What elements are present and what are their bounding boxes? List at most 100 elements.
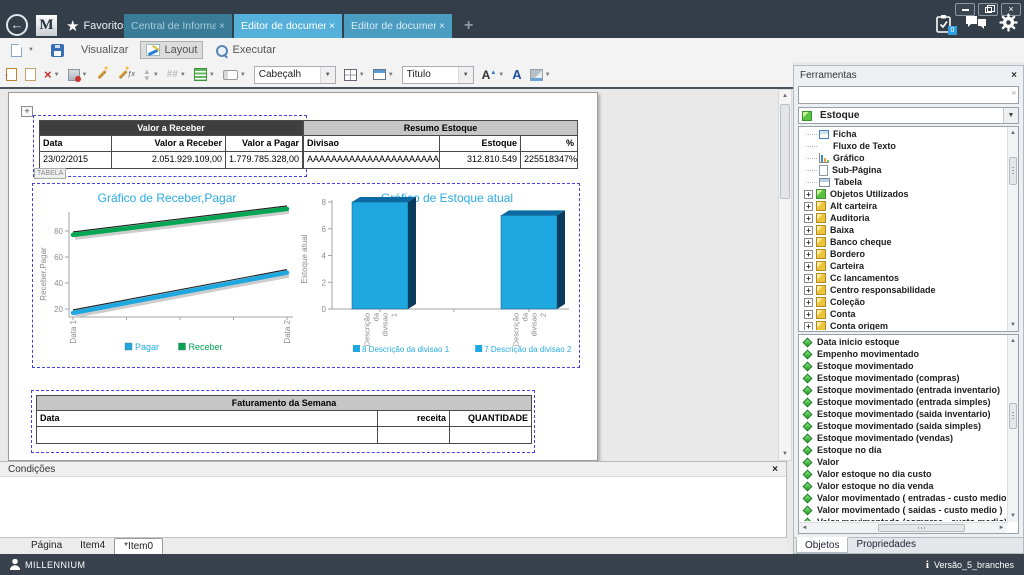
page-button[interactable]	[25, 68, 36, 81]
tasks-button[interactable]: 0	[935, 14, 953, 34]
expand-plus-icon[interactable]: +	[804, 262, 813, 271]
tree-item-banco-cheque[interactable]: +Banco cheque	[801, 236, 1006, 248]
panel-tab-objetos[interactable]: Objetos	[796, 537, 848, 553]
expand-plus-icon[interactable]: +	[804, 310, 813, 319]
tree-item-baixa[interactable]: +Baixa	[801, 224, 1006, 236]
tab-editor-de-documentos[interactable]: Editor de documentos×	[344, 14, 452, 38]
field-item[interactable]: Estoque movimentado (entrada inventario)	[801, 384, 1006, 396]
header-combo[interactable]: Cabeçalh ▼	[254, 66, 336, 84]
expand-plus-icon[interactable]: +	[804, 298, 813, 307]
chevron-down-icon[interactable]: ▼	[1003, 108, 1018, 123]
scroll-down-icon[interactable]: ▼	[779, 448, 791, 460]
field-item[interactable]: Estoque movimentado (saida simples)	[801, 420, 1006, 432]
list-button[interactable]: ▼	[194, 68, 215, 81]
field-item[interactable]: Estoque movimentado (saida inventario)	[801, 408, 1006, 420]
tab-central-de-informa-es[interactable]: Central de Informações×	[124, 14, 232, 38]
scrollbar-thumb[interactable]	[878, 524, 965, 532]
tree-item-gr-fico[interactable]: Gráfico	[801, 152, 1006, 164]
expand-plus-icon[interactable]: +	[804, 322, 813, 331]
tools-panel-close-button[interactable]: ×	[1011, 70, 1017, 81]
scroll-up-icon[interactable]: ▲	[1008, 127, 1018, 139]
messages-button[interactable]	[965, 14, 987, 34]
stamp-button[interactable]: ▼	[68, 69, 88, 81]
document-page[interactable]: + Valor a ReceberDataValor a ReceberValo…	[8, 92, 598, 461]
receber-pagar-line-chart[interactable]: Gráfico de Receber,PagarReceber,Pagar204…	[35, 186, 300, 361]
new-tab-button[interactable]: +	[464, 17, 473, 35]
tree-item-carteira[interactable]: +Carteira	[801, 260, 1006, 272]
field-item[interactable]: Valor movimentado ( entradas - custo med…	[801, 492, 1006, 504]
delete-button[interactable]: ×▼	[44, 69, 60, 81]
expand-plus-icon[interactable]: +	[804, 286, 813, 295]
tab-close-icon[interactable]: ×	[219, 21, 225, 32]
field-item[interactable]: Estoque movimentado (entrada simples)	[801, 396, 1006, 408]
tree-item-cc-lancamentos[interactable]: +Cc lancamentos	[801, 272, 1006, 284]
page-tab-item4[interactable]: Item4	[71, 538, 114, 554]
scroll-up-icon[interactable]: ▲	[1008, 335, 1018, 347]
page-expander[interactable]: +	[21, 106, 33, 117]
valor-a-receber-table[interactable]: Valor a ReceberDataValor a ReceberValor …	[39, 120, 303, 169]
executar-button[interactable]: Executar	[210, 42, 280, 59]
style-combo[interactable]: Titulo ▼	[402, 66, 474, 84]
expand-plus-icon[interactable]: +	[804, 202, 813, 211]
resumo-estoque-table[interactable]: Resumo EstoqueDivisaoEstoque%AAAAAAAAAAA…	[303, 120, 578, 169]
tree-item-alt-carteira[interactable]: +Alt carteira	[801, 200, 1006, 212]
panel-tab-propriedades[interactable]: Propriedades	[848, 538, 923, 553]
scroll-right-icon[interactable]: ►	[996, 523, 1007, 534]
search-expand-icon[interactable]: »	[1012, 88, 1016, 97]
tree-item-conta[interactable]: +Conta	[801, 308, 1006, 320]
editor-canvas[interactable]: + Valor a ReceberDataValor a ReceberValo…	[0, 89, 778, 461]
page-tab--item0[interactable]: *Item0	[114, 538, 163, 554]
scroll-left-icon[interactable]: ◄	[799, 523, 810, 534]
table-style-button[interactable]: ▼	[373, 69, 394, 80]
tree-item-conta-origem[interactable]: +Conta origem	[801, 320, 1006, 330]
tree-item-cole-o[interactable]: +Coleção	[801, 296, 1006, 308]
tab-editor-de-documentos[interactable]: Editor de documentos×	[234, 14, 342, 38]
field-item[interactable]: Valor movimentado (compras - custo medio…	[801, 516, 1006, 521]
font-color-button[interactable]: A	[512, 67, 521, 82]
tab-close-icon[interactable]: ×	[439, 21, 445, 32]
insert-page-button[interactable]	[6, 68, 17, 81]
field-item[interactable]: Estoque movimentado	[801, 360, 1006, 372]
field-item[interactable]: Estoque movimentado (vendas)	[801, 432, 1006, 444]
grid-button[interactable]: ▼	[344, 69, 365, 81]
tree-item-auditoria[interactable]: +Auditoria	[801, 212, 1006, 224]
tree-item-ficha[interactable]: Ficha	[801, 128, 1006, 140]
field-item[interactable]: Empenho movimentado	[801, 348, 1006, 360]
expand-plus-icon[interactable]: +	[804, 238, 813, 247]
field-item[interactable]: Valor estoque no dia custo	[801, 468, 1006, 480]
page-tab-p-gina[interactable]: Página	[22, 538, 71, 554]
fields-hscrollbar[interactable]: ◄ ►	[799, 522, 1007, 533]
field-item[interactable]: Data inicio estoque	[801, 336, 1006, 348]
expand-plus-icon[interactable]: +	[804, 250, 813, 259]
field-item[interactable]: Valor	[801, 456, 1006, 468]
scroll-up-icon[interactable]: ▲	[779, 90, 791, 102]
save-button[interactable]	[46, 42, 69, 59]
expand-plus-icon[interactable]: +	[804, 190, 813, 199]
field-item[interactable]: Valor movimentado ( saidas - custo medio…	[801, 504, 1006, 516]
expand-plus-icon[interactable]: +	[804, 214, 813, 223]
canvas-scrollbar[interactable]: ▲ ▼	[778, 89, 792, 461]
dataset-selector[interactable]: Estoque ▼	[798, 107, 1019, 124]
sort-button[interactable]: ▲▼▼	[143, 68, 159, 82]
estoque-atual-bar-chart[interactable]: Gráfico de Estoque atualEstoque atual024…	[297, 186, 580, 361]
scrollbar-thumb[interactable]	[1009, 157, 1017, 185]
scroll-down-icon[interactable]: ▼	[1008, 510, 1018, 522]
layout-button[interactable]: Layout	[140, 41, 203, 59]
expand-plus-icon[interactable]: +	[804, 226, 813, 235]
field-button[interactable]: ▼	[223, 70, 246, 80]
visualizar-button[interactable]: Visualizar	[76, 42, 134, 58]
fields-scrollbar[interactable]: ▲ ▼	[1007, 335, 1018, 522]
tree-item-bordero[interactable]: +Bordero	[801, 248, 1006, 260]
wand-fx-button[interactable]: ƒx	[117, 68, 135, 81]
field-item[interactable]: Estoque movimentado (compras)	[801, 372, 1006, 384]
field-item[interactable]: Valor estoque no dia venda	[801, 480, 1006, 492]
conditions-body[interactable]	[0, 477, 786, 537]
scrollbar-thumb[interactable]	[780, 104, 790, 199]
tools-search-input[interactable]	[799, 87, 1018, 103]
faturamento-table[interactable]: Faturamento da SemanaDatareceitaQUANTIDA…	[36, 395, 532, 444]
wand-button[interactable]	[96, 68, 109, 81]
tree-item-objetos-utilizados[interactable]: +Objetos Utilizados	[801, 188, 1006, 200]
conditions-close-button[interactable]: ×	[772, 464, 778, 475]
fill-color-button[interactable]: ▼	[530, 69, 551, 81]
tree-scrollbar[interactable]: ▲ ▼	[1007, 127, 1018, 331]
